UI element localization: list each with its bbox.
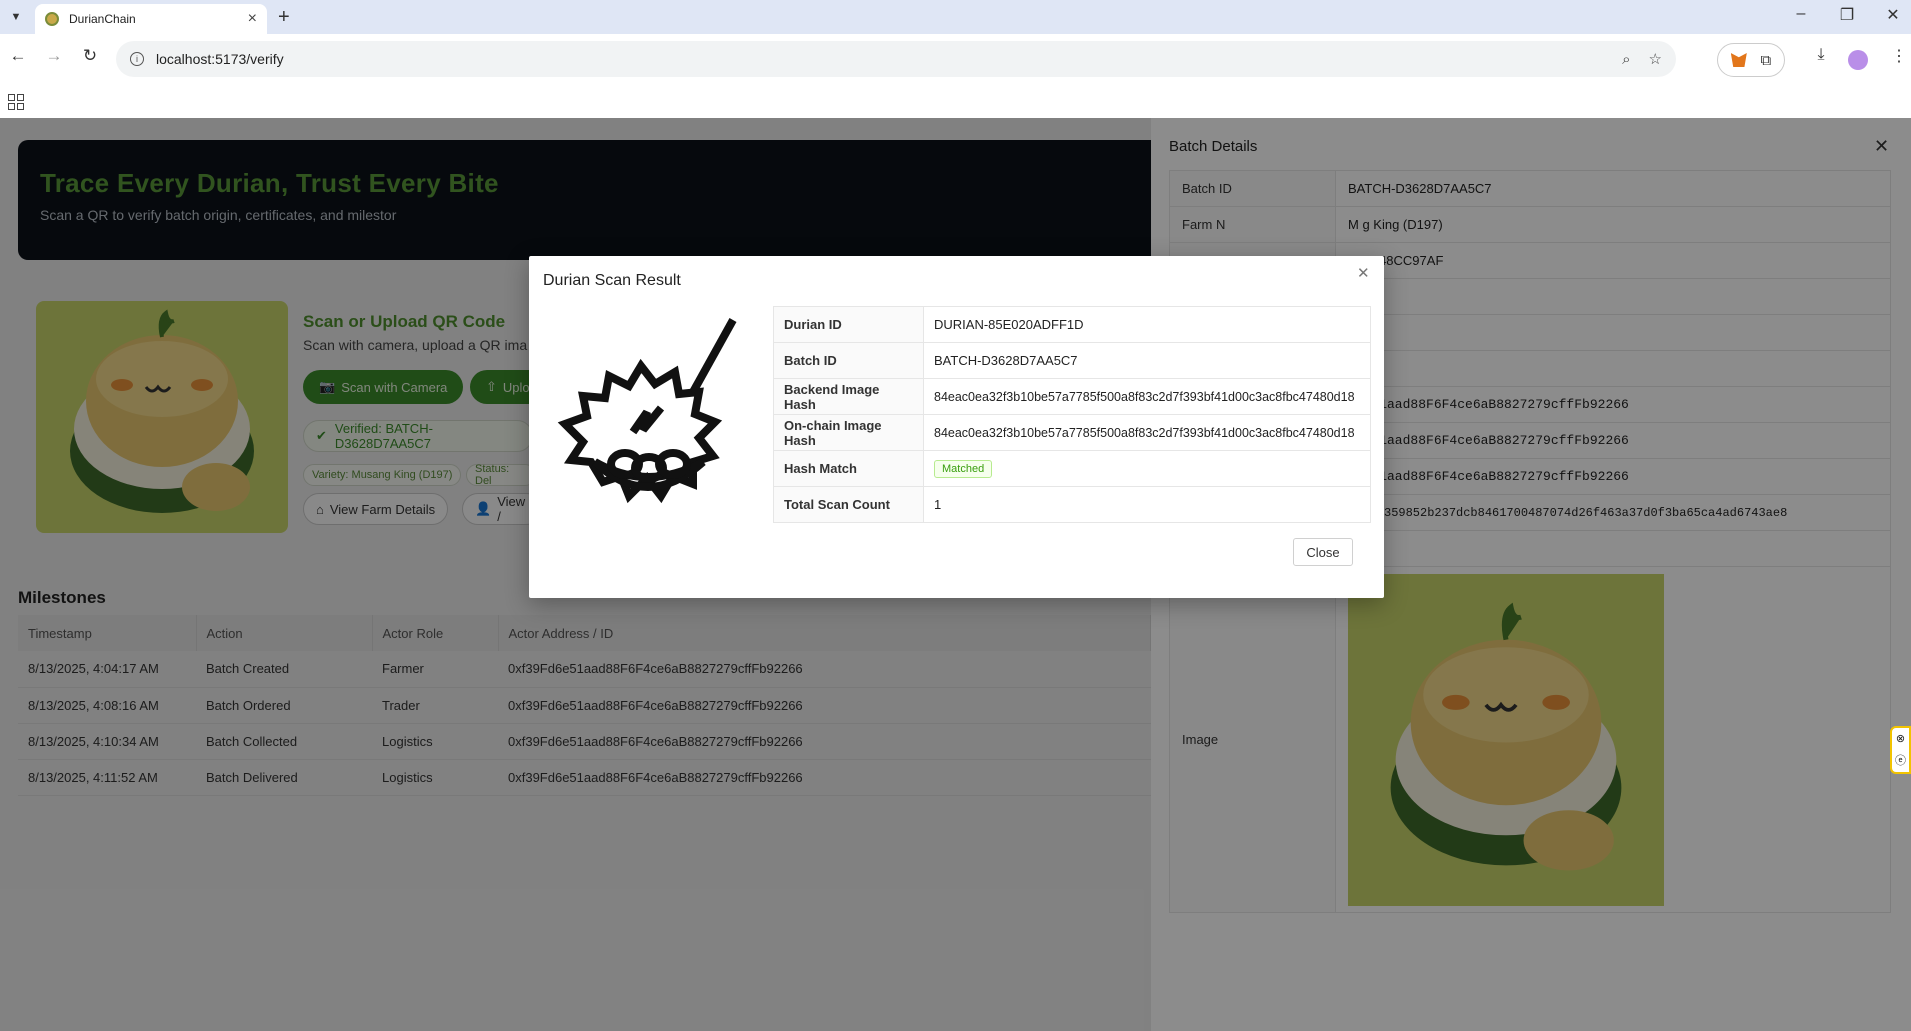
- result-badge-cell: Matched: [923, 450, 1371, 487]
- result-row: Batch ID BATCH-D3628D7AA5C7: [773, 342, 1371, 379]
- scan-result-table: Durian ID DURIAN-85E020ADFF1D Batch ID BAT…: [773, 306, 1371, 523]
- zoom-icon[interactable]: ⌕: [1622, 51, 1630, 68]
- modal-close-icon[interactable]: ✕: [1357, 264, 1370, 282]
- result-row: On-chain Image Hash 84eac0ea32f3b10be57a7…: [773, 414, 1371, 451]
- durian-scan-result-modal: Durian Scan Result ✕ Durian ID DURIAN-85E…: [529, 256, 1384, 598]
- widget-app-icon[interactable]: ⓔ: [1895, 752, 1906, 768]
- menu-icon[interactable]: ⋮: [1886, 46, 1911, 66]
- download-icon[interactable]: ⤓: [1808, 46, 1834, 64]
- back-icon[interactable]: ←: [6, 46, 30, 66]
- durian-icon: [543, 312, 753, 522]
- result-label: Hash Match: [773, 450, 924, 487]
- url-text[interactable]: localhost:5173/verify: [156, 51, 1604, 67]
- profile-avatar[interactable]: [1848, 50, 1868, 70]
- result-row: Hash Match Matched: [773, 450, 1371, 487]
- floating-widget[interactable]: ⊗ ⓔ: [1890, 726, 1911, 774]
- bookmarks-bar: [0, 86, 1911, 118]
- result-value: BATCH-D3628D7AA5C7: [923, 342, 1371, 379]
- tab-search-chevron-icon[interactable]: ▼: [6, 7, 26, 27]
- tab-title: DurianChain: [69, 12, 136, 26]
- address-bar[interactable]: i localhost:5173/verify ⌕ ☆: [116, 41, 1676, 77]
- close-button[interactable]: Close: [1293, 538, 1353, 566]
- browser-tab-bar: ▼ DurianChain × + – ❐ ✕: [0, 0, 1911, 34]
- browser-tab[interactable]: DurianChain ×: [35, 4, 267, 34]
- apps-grid-icon[interactable]: [8, 94, 24, 110]
- favicon-icon: [45, 12, 59, 26]
- result-row: Backend Image Hash 84eac0ea32f3b10be57a77…: [773, 378, 1371, 415]
- result-value: 84eac0ea32f3b10be57a7785f500a8f83c2d7f39…: [923, 414, 1371, 451]
- result-label: On-chain Image Hash: [773, 414, 924, 451]
- metamask-icon[interactable]: [1730, 53, 1747, 67]
- result-value: 84eac0ea32f3b10be57a7785f500a8f83c2d7f39…: [923, 378, 1371, 415]
- minimize-icon[interactable]: –: [1786, 5, 1816, 23]
- window-close-icon[interactable]: ✕: [1878, 5, 1908, 25]
- result-label: Batch ID: [773, 342, 924, 379]
- forward-icon[interactable]: →: [42, 46, 66, 66]
- modal-title: Durian Scan Result: [543, 272, 681, 289]
- site-info-icon[interactable]: i: [130, 52, 144, 66]
- reload-icon[interactable]: ↻: [78, 46, 102, 66]
- extensions-group: ⧉: [1717, 43, 1785, 77]
- browser-toolbar: ← → ↻ i localhost:5173/verify ⌕ ☆ ⤓ ⋮: [0, 34, 1911, 86]
- result-value: 1: [923, 486, 1371, 523]
- bookmark-star-icon[interactable]: ☆: [1649, 50, 1662, 68]
- result-label: Backend Image Hash: [773, 378, 924, 415]
- restore-icon[interactable]: ❐: [1832, 5, 1862, 25]
- hash-match-badge: Matched: [934, 459, 993, 478]
- new-tab-icon[interactable]: +: [278, 6, 290, 29]
- result-row: Durian ID DURIAN-85E020ADFF1D: [773, 306, 1371, 343]
- extensions-icon[interactable]: ⧉: [1760, 52, 1771, 69]
- widget-close-icon[interactable]: ⊗: [1896, 732, 1905, 745]
- tab-close-icon[interactable]: ×: [248, 10, 257, 28]
- result-label: Durian ID: [773, 306, 924, 343]
- result-row: Total Scan Count 1: [773, 486, 1371, 523]
- result-value: DURIAN-85E020ADFF1D: [923, 306, 1371, 343]
- result-label: Total Scan Count: [773, 486, 924, 523]
